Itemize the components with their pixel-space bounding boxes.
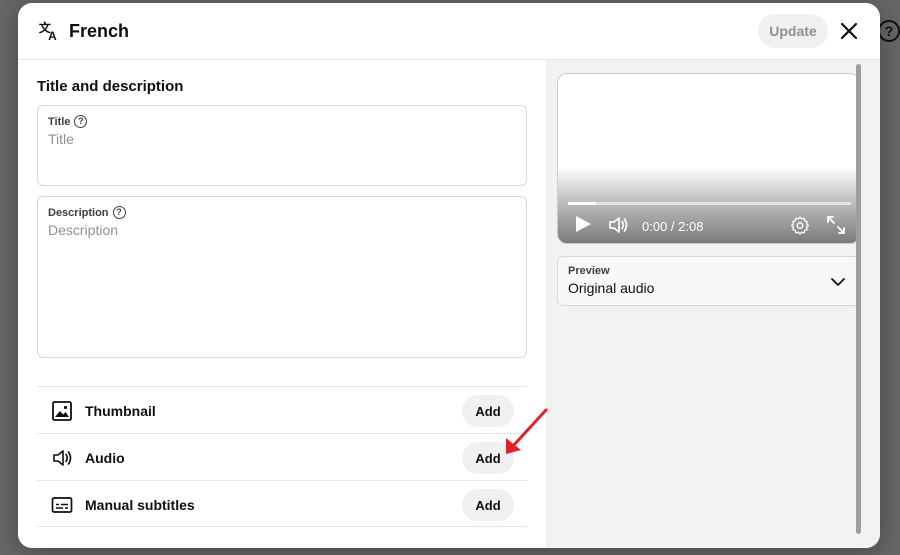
title-field-label: Title	[48, 115, 71, 128]
close-icon[interactable]	[838, 20, 860, 42]
description-field-label: Description	[48, 206, 109, 219]
svg-text:A: A	[48, 29, 57, 42]
title-field[interactable]: Title ?	[37, 105, 527, 186]
translation-dialog: 文 A French Update Title and description …	[18, 3, 880, 548]
description-input[interactable]	[48, 222, 508, 342]
asset-label: Audio	[85, 450, 125, 466]
settings-icon[interactable]	[790, 215, 810, 235]
volume-icon[interactable]	[608, 215, 630, 235]
asset-row-audio: Audio Add	[37, 433, 527, 480]
subtitles-icon	[51, 497, 73, 513]
video-player[interactable]: 0:00 / 2:08	[557, 73, 860, 244]
preview-label: Preview	[568, 265, 610, 277]
title-input[interactable]	[48, 131, 508, 147]
asset-list: Thumbnail Add Audio Add Manual subtitles	[37, 386, 527, 527]
progress-track[interactable]	[568, 202, 851, 205]
section-title: Title and description	[37, 78, 184, 95]
dialog-scrollbar[interactable]	[856, 64, 861, 534]
help-icon[interactable]: ?	[74, 115, 88, 128]
image-icon	[52, 401, 72, 421]
speaker-icon	[53, 450, 72, 466]
fullscreen-icon[interactable]	[826, 215, 846, 235]
asset-label: Manual subtitles	[85, 497, 195, 513]
add-subtitles-button[interactable]: Add	[462, 489, 514, 521]
add-audio-button[interactable]: Add	[462, 442, 514, 474]
preview-value: Original audio	[568, 280, 655, 296]
preview-audio-select[interactable]: Preview Original audio	[557, 256, 860, 306]
time-display: 0:00 / 2:08	[642, 219, 704, 234]
details-panel: Title and description Title ? Descriptio…	[18, 60, 546, 548]
description-field[interactable]: Description ?	[37, 196, 527, 358]
play-icon[interactable]	[574, 215, 592, 233]
progress-fill	[568, 202, 596, 205]
add-thumbnail-button[interactable]: Add	[462, 395, 514, 427]
help-icon[interactable]: ?	[112, 206, 126, 219]
update-button[interactable]: Update	[758, 14, 828, 48]
preview-panel: 0:00 / 2:08 Preview Original audio	[546, 60, 880, 548]
asset-row-subtitles: Manual subtitles Add	[37, 480, 527, 527]
help-icon[interactable]: ?	[878, 20, 900, 42]
translate-icon: 文 A	[39, 21, 57, 42]
dialog-title: French	[69, 21, 130, 41]
asset-label: Thumbnail	[85, 403, 156, 419]
dialog-header: 文 A French Update	[18, 3, 880, 60]
chevron-down-icon	[831, 278, 845, 286]
asset-row-thumbnail: Thumbnail Add	[37, 386, 527, 433]
